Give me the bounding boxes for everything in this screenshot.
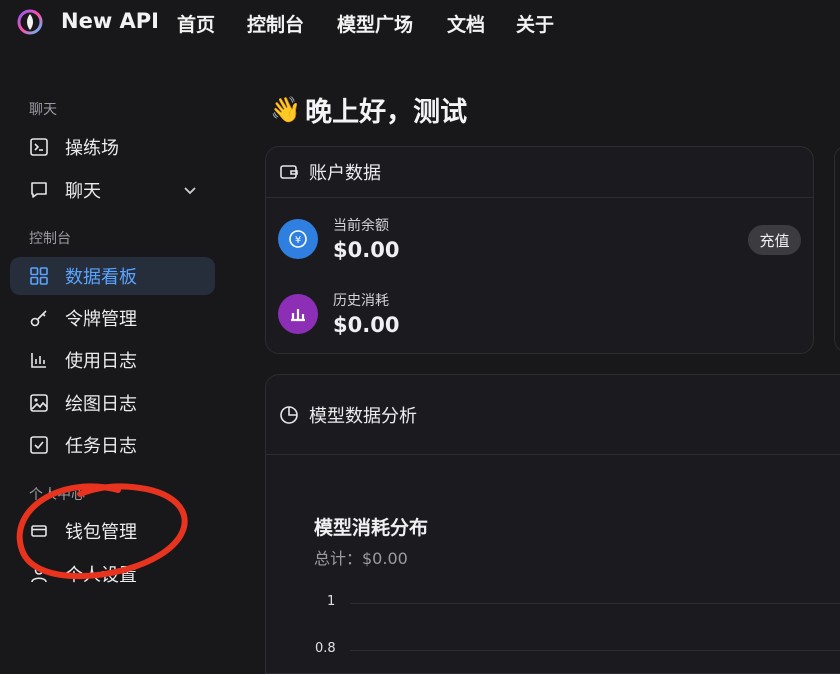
svg-text:¥: ¥: [295, 235, 301, 246]
balance-value: $0.00: [333, 238, 400, 262]
recharge-button[interactable]: 充值: [748, 225, 801, 255]
key-icon: [29, 308, 49, 328]
account-card: 账户数据 ¥ 当前余额 $0.00 充值 历史消耗 $0.00: [265, 146, 814, 354]
sidebar-item-label: 操练场: [65, 138, 119, 159]
sidebar-item-task-logs[interactable]: 任务日志: [10, 426, 215, 464]
sidebar-item-label: 使用日志: [65, 351, 137, 372]
main-content: 👋 晚上好，测试 账户数据 ¥ 当前余额 $0.00 充值 历史消耗 $0.00: [265, 46, 840, 674]
side-card-edge: [834, 146, 840, 352]
annotation-circle: [16, 483, 188, 580]
sidebar-item-usage-logs[interactable]: 使用日志: [10, 341, 215, 379]
gridline: [350, 603, 840, 604]
terminal-icon: [29, 137, 49, 157]
dashboard-grid-icon: [29, 266, 49, 286]
balance-stat: ¥ 当前余额 $0.00: [278, 215, 399, 262]
model-analysis-card: 模型数据分析 模型消耗分布 总计：$0.00 1 0.8: [265, 374, 840, 674]
y-tick-label: 1: [327, 594, 336, 609]
history-label: 历史消耗: [333, 293, 389, 309]
chevron-down-icon[interactable]: [181, 181, 199, 199]
sidebar-group-chat: 聊天: [29, 102, 57, 118]
sidebar-item-label: 数据看板: [65, 267, 137, 288]
sidebar-item-chat[interactable]: 聊天: [10, 171, 215, 209]
model-analysis-header: 模型数据分析: [266, 375, 840, 455]
history-text: 历史消耗 $0.00: [333, 290, 399, 337]
account-card-title: 账户数据: [309, 163, 381, 184]
image-icon: [29, 393, 49, 413]
page-title: 👋 晚上好，测试: [270, 90, 467, 129]
sidebar-item-label: 令牌管理: [65, 309, 137, 330]
account-card-header: 账户数据: [266, 147, 813, 198]
bar-chart-icon: [29, 350, 49, 370]
sidebar-item-label: 聊天: [65, 181, 101, 202]
sidebar-item-playground[interactable]: 操练场: [10, 128, 215, 166]
bar-chart-icon: [278, 293, 318, 334]
model-analysis-title: 模型数据分析: [309, 405, 417, 427]
balance-label: 当前余额: [333, 218, 389, 234]
chat-icon: [29, 180, 49, 200]
chart-total: 总计：$0.00: [314, 549, 408, 568]
sidebar-item-label: 任务日志: [65, 436, 137, 457]
sidebar-item-dashboard[interactable]: 数据看板: [10, 257, 215, 295]
nav-model-square[interactable]: 模型广场: [337, 10, 413, 37]
sidebar-item-tokens[interactable]: 令牌管理: [10, 299, 215, 337]
waving-hand-icon: 👋: [270, 94, 302, 124]
sidebar-group-console: 控制台: [29, 231, 71, 247]
wallet-icon: [280, 165, 298, 179]
nav-console[interactable]: 控制台: [247, 10, 304, 37]
top-nav-bar: New API 首页 控制台 模型广场 文档 关于: [0, 0, 840, 46]
nav-home[interactable]: 首页: [177, 10, 215, 37]
history-value: $0.00: [333, 313, 400, 337]
chart-title: 模型消耗分布: [314, 517, 429, 539]
history-stat: 历史消耗 $0.00: [278, 290, 399, 337]
nav-about[interactable]: 关于: [516, 10, 554, 37]
nav-docs[interactable]: 文档: [447, 10, 485, 37]
sidebar-item-label: 绘图日志: [65, 394, 137, 415]
pie-chart-icon: [280, 405, 298, 424]
y-tick-label: 0.8: [315, 641, 336, 656]
app-logo-icon[interactable]: [16, 8, 44, 36]
balance-text: 当前余额 $0.00: [333, 215, 399, 262]
greeting-text: 晚上好，测试: [305, 97, 468, 128]
brand-name[interactable]: New API: [61, 9, 159, 33]
gridline: [350, 650, 840, 651]
sidebar-item-drawing-logs[interactable]: 绘图日志: [10, 384, 215, 422]
checkbox-icon: [29, 435, 49, 455]
currency-exchange-icon: ¥: [278, 218, 318, 259]
